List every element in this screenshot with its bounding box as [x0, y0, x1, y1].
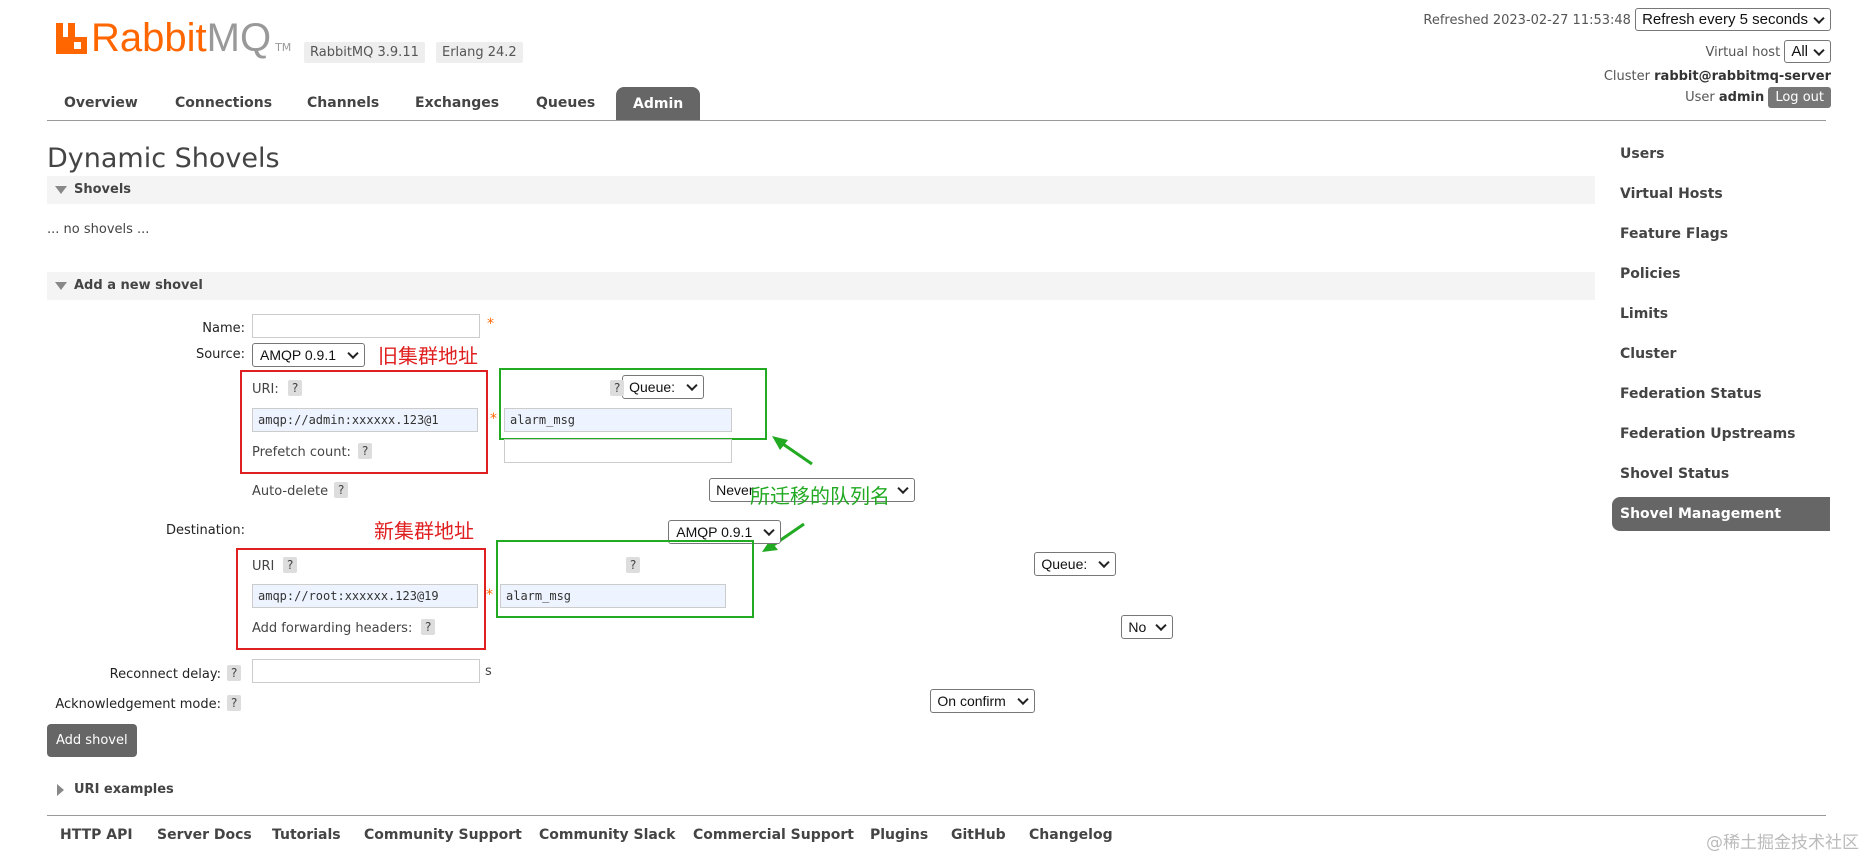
refreshed-timestamp: Refreshed 2023-02-27 11:53:48 [1423, 13, 1631, 28]
prefetch-count-label: Prefetch count: [252, 445, 351, 460]
footer-link-community-support[interactable]: Community Support [364, 827, 522, 843]
cluster-label: Cluster [1603, 69, 1650, 84]
sidebar-item-shovel-management[interactable]: Shovel Management [1612, 497, 1830, 531]
source-queue-input[interactable]: alarm_msg [504, 408, 732, 432]
shovels-section-header[interactable]: Shovels [47, 176, 1595, 204]
source-protocol-select[interactable]: AMQP 0.9.1 [252, 343, 366, 367]
refresh-interval-select[interactable]: Refresh every 5 seconds [1635, 8, 1831, 31]
footer-link-plugins[interactable]: Plugins [870, 827, 928, 843]
help-icon[interactable]: ? [358, 443, 373, 459]
reconnect-delay-input[interactable] [252, 659, 480, 683]
required-marker: * [490, 411, 497, 427]
footer-link-community-slack[interactable]: Community Slack [539, 827, 675, 843]
forwarding-headers-label: Add forwarding headers: [252, 621, 413, 636]
collapse-arrow-icon [55, 282, 67, 290]
sidebar-item-limits[interactable]: Limits [1620, 306, 1668, 322]
footer-link-github[interactable]: GitHub [951, 827, 1006, 843]
tab-admin[interactable]: Admin [616, 87, 701, 120]
help-icon[interactable]: ? [227, 695, 242, 711]
source-type-select[interactable]: Queue: [622, 375, 705, 399]
destination-uri-input[interactable]: amqp://root:xxxxxx.123@19 [252, 584, 478, 608]
tab-queues[interactable]: Queues [536, 95, 595, 111]
vhost-label: Virtual host [1705, 45, 1781, 60]
help-icon[interactable]: ? [610, 380, 625, 396]
tab-exchanges[interactable]: Exchanges [415, 95, 499, 111]
admin-sidebar: Users Virtual Hosts Feature Flags Polici… [1612, 140, 1830, 540]
name-input[interactable] [252, 314, 480, 338]
sidebar-item-policies[interactable]: Policies [1620, 266, 1680, 282]
required-marker: * [486, 587, 493, 603]
cluster-row: Cluster rabbit@rabbitmq-server [1604, 69, 1831, 84]
help-icon[interactable]: ? [626, 557, 641, 573]
sidebar-item-federation-upstreams[interactable]: Federation Upstreams [1620, 426, 1796, 442]
reconnect-delay-label: Reconnect delay: [109, 667, 221, 682]
footer-link-http-api[interactable]: HTTP API [60, 827, 133, 843]
help-icon[interactable]: ? [421, 619, 436, 635]
add-shovel-button[interactable]: Add shovel [47, 724, 137, 757]
new-cluster-annotation: 新集群地址 [374, 519, 474, 543]
trademark: TM [275, 40, 292, 54]
forwarding-headers-select[interactable]: No [1121, 615, 1174, 639]
add-shovel-section-header[interactable]: Add a new shovel [47, 272, 1595, 300]
help-icon[interactable]: ? [283, 557, 298, 573]
logo-text: RabbitMQ [91, 16, 272, 60]
version-badge: RabbitMQ 3.9.11 [304, 42, 425, 63]
footer: HTTP API Server Docs Tutorials Community… [47, 815, 1826, 856]
page-title: Dynamic Shovels [47, 143, 280, 174]
rabbit-logo-icon [56, 22, 87, 54]
destination-label: Destination: [166, 523, 245, 538]
auto-delete-label: Auto-delete [252, 484, 329, 499]
sidebar-item-shovel-status[interactable]: Shovel Status [1620, 466, 1729, 482]
name-label: Name: [202, 321, 245, 336]
footer-link-tutorials[interactable]: Tutorials [272, 827, 341, 843]
main-nav: Overview Connections Channels Exchanges … [47, 84, 1826, 121]
rabbitmq-logo[interactable]: RabbitMQ TM [56, 18, 291, 58]
shovels-section-title: Shovels [74, 182, 132, 197]
expand-arrow-icon [57, 784, 64, 796]
source-label: Source: [195, 347, 245, 362]
footer-link-changelog[interactable]: Changelog [1029, 827, 1113, 843]
reconnect-delay-unit: s [485, 664, 492, 679]
tab-channels[interactable]: Channels [307, 95, 379, 111]
sidebar-item-cluster[interactable]: Cluster [1620, 346, 1676, 362]
refresh-row: Refreshed 2023-02-27 11:53:48 Refresh ev… [1423, 8, 1831, 31]
old-cluster-annotation: 旧集群地址 [378, 344, 478, 368]
vhost-row: Virtual host All [1705, 40, 1831, 63]
footer-link-server-docs[interactable]: Server Docs [157, 827, 252, 843]
uri-examples-title: URI examples [74, 782, 174, 797]
collapse-arrow-icon [55, 186, 67, 194]
tab-overview[interactable]: Overview [64, 95, 138, 111]
source-uri-label: URI: [252, 382, 279, 397]
sidebar-item-feature-flags[interactable]: Feature Flags [1620, 226, 1728, 242]
destination-queue-input[interactable]: alarm_msg [500, 584, 726, 608]
help-icon[interactable]: ? [288, 380, 303, 396]
watermark: @稀土掘金技术社区 [1706, 833, 1859, 853]
prefetch-count-input[interactable] [504, 439, 732, 463]
add-shovel-section-title: Add a new shovel [74, 278, 203, 293]
help-icon[interactable]: ? [227, 665, 242, 681]
tab-connections[interactable]: Connections [175, 95, 272, 111]
required-marker: * [487, 316, 494, 332]
cluster-name: rabbit@rabbitmq-server [1654, 69, 1831, 84]
vhost-select[interactable]: All [1784, 40, 1831, 63]
footer-link-commercial-support[interactable]: Commercial Support [693, 827, 854, 843]
annotation-arrow-icon [772, 436, 813, 466]
erlang-badge: Erlang 24.2 [436, 42, 523, 63]
no-shovels-text: ... no shovels ... [47, 222, 150, 237]
destination-uri-label: URI [252, 559, 275, 574]
destination-type-select[interactable]: Queue: [1034, 552, 1117, 576]
ack-mode-select[interactable]: On confirm [930, 689, 1035, 713]
sidebar-item-federation-status[interactable]: Federation Status [1620, 386, 1762, 402]
source-uri-input[interactable]: amqp://admin:xxxxxx.123@1 [252, 408, 478, 432]
help-icon[interactable]: ? [334, 482, 349, 498]
sidebar-item-users[interactable]: Users [1620, 146, 1664, 162]
ack-mode-label: Acknowledgement mode: [55, 697, 221, 712]
queue-name-annotation: 所迁移的队列名 [750, 484, 890, 508]
sidebar-item-virtual-hosts[interactable]: Virtual Hosts [1620, 186, 1723, 202]
uri-examples-toggle[interactable]: URI examples [47, 781, 247, 801]
